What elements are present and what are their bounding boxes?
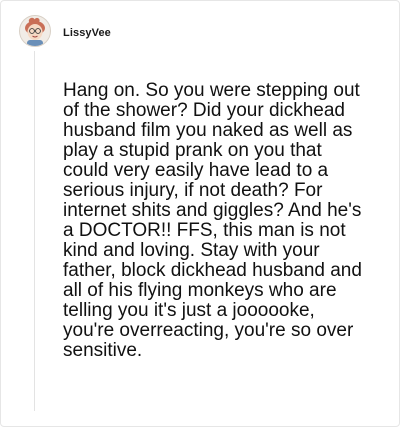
cartoon-face-avatar-icon [25, 17, 45, 46]
comment-text: Hang on. So you were stepping out of the… [63, 80, 362, 361]
thread-line[interactable] [34, 51, 35, 411]
avatar[interactable] [19, 15, 51, 47]
comment-card: LissyVee Hang on. So you were stepping o… [0, 0, 400, 427]
username[interactable]: LissyVee [63, 27, 111, 39]
